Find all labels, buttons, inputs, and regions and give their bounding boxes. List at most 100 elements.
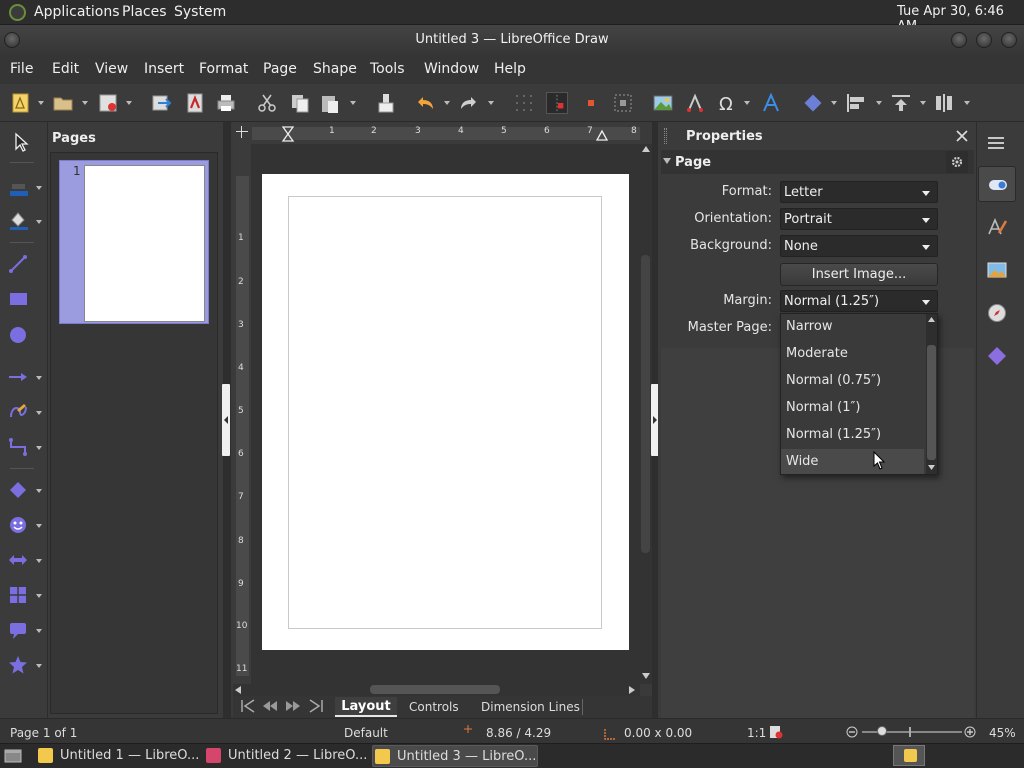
export-pdf-icon[interactable] — [184, 92, 206, 114]
close-sidebar-icon[interactable] — [956, 130, 968, 142]
tab-dimension-lines[interactable]: Dimension Lines — [481, 700, 580, 714]
margin-option-moderate[interactable]: Moderate — [786, 346, 848, 361]
flowchart-dropdown-icon[interactable] — [36, 594, 42, 598]
zoom-in-icon[interactable] — [964, 726, 976, 738]
ruler-origin[interactable] — [236, 126, 248, 138]
horizontal-scrollbar-thumb[interactable] — [370, 685, 500, 694]
clone-formatting-icon[interactable] — [375, 92, 397, 114]
collapse-left-icon[interactable] — [222, 414, 230, 426]
sidebar-grip[interactable] — [664, 128, 667, 144]
tab-layout[interactable]: Layout — [335, 697, 397, 717]
menu-window[interactable]: Window — [424, 61, 479, 77]
callout-dropdown-icon[interactable] — [36, 629, 42, 633]
workspace-switcher[interactable] — [893, 745, 925, 766]
flowchart-icon[interactable] — [8, 585, 28, 605]
menu-help[interactable]: Help — [494, 61, 526, 77]
select-arrow-icon[interactable] — [12, 132, 32, 152]
redo-icon[interactable] — [458, 92, 480, 114]
helplines-icon[interactable] — [546, 92, 568, 114]
scale-status[interactable]: 1:1 — [747, 726, 766, 740]
deck-gallery-button[interactable] — [978, 252, 1016, 288]
taskbar-item-untitled-1[interactable]: Untitled 1 — LibreO... — [36, 745, 199, 767]
export-icon[interactable] — [150, 92, 172, 114]
zoom-slider-handle[interactable] — [877, 726, 887, 736]
fill-color-dropdown-icon[interactable] — [36, 220, 42, 224]
open-folder-icon[interactable] — [52, 92, 74, 114]
copy-icon[interactable] — [289, 92, 311, 114]
distribute-icon[interactable] — [933, 92, 955, 114]
taskbar-item-untitled-3[interactable]: Untitled 3 — LibreO... — [372, 745, 538, 767]
stars-icon[interactable] — [8, 655, 28, 675]
callout-icon[interactable] — [8, 620, 28, 640]
scroll-right-icon[interactable] — [629, 686, 635, 694]
margin-option-normal-075[interactable]: Normal (0.75″) — [786, 373, 881, 388]
symbol-shapes-icon[interactable] — [8, 515, 28, 535]
margin-option-wide[interactable]: Wide — [786, 454, 818, 469]
first-tab-icon[interactable] — [240, 699, 256, 713]
sidebar-menu-icon[interactable] — [987, 135, 1005, 151]
vertical-scrollbar-thumb[interactable] — [641, 255, 650, 553]
format-combo[interactable]: Letter — [780, 181, 938, 203]
document-modified-icon[interactable] — [769, 725, 783, 739]
basic-shapes-dropdown-icon[interactable] — [36, 489, 42, 493]
connector-dropdown-icon[interactable] — [36, 446, 42, 450]
minimize-icon[interactable] — [951, 32, 967, 48]
background-combo[interactable]: None — [780, 235, 938, 257]
align-dropdown-icon[interactable] — [876, 101, 882, 105]
rectangle-tool-icon[interactable] — [8, 289, 28, 309]
tab-controls[interactable]: Controls — [409, 700, 459, 714]
dropdown-scroll-down-icon[interactable] — [928, 465, 935, 470]
left-indent-marker-icon[interactable] — [281, 126, 295, 142]
right-indent-marker-icon[interactable] — [595, 129, 609, 141]
deck-navigator-button[interactable] — [978, 295, 1016, 331]
margin-option-normal-1[interactable]: Normal (1″) — [786, 400, 860, 415]
stars-dropdown-icon[interactable] — [36, 664, 42, 668]
line-color-icon[interactable] — [8, 178, 28, 198]
new-dropdown-icon[interactable] — [38, 101, 44, 105]
menu-format[interactable]: Format — [199, 61, 248, 77]
section-expand-icon[interactable] — [663, 158, 671, 164]
applications-menu[interactable]: Applications — [34, 4, 120, 20]
zoom-percent[interactable]: 45% — [989, 726, 1016, 740]
dropdown-scroll-up-icon[interactable] — [928, 317, 935, 322]
block-arrows-dropdown-icon[interactable] — [36, 559, 42, 563]
last-tab-icon[interactable] — [308, 699, 324, 713]
dropdown-scrollbar-thumb[interactable] — [927, 345, 936, 460]
open-dropdown-icon[interactable] — [82, 101, 88, 105]
basic-shapes-icon[interactable] — [8, 480, 28, 500]
margin-combo[interactable]: Normal (1.25″) — [780, 290, 938, 312]
close-window-icon[interactable] — [1001, 32, 1017, 48]
symbol-shapes-dropdown-icon[interactable] — [36, 524, 42, 528]
menu-view[interactable]: View — [95, 61, 128, 77]
print-icon[interactable] — [215, 92, 237, 114]
zoom-pan-icon[interactable] — [612, 92, 634, 114]
menu-page[interactable]: Page — [263, 61, 297, 77]
menu-tools[interactable]: Tools — [370, 61, 405, 77]
fill-color-icon[interactable] — [8, 210, 28, 230]
taskbar-item-untitled-2[interactable]: Untitled 2 — LibreO... — [204, 745, 367, 767]
zoom-out-icon[interactable] — [846, 726, 858, 738]
new-document-icon[interactable] — [10, 92, 32, 114]
special-character-dropdown-icon[interactable] — [744, 101, 750, 105]
scroll-left-icon[interactable] — [235, 686, 241, 694]
menu-file[interactable]: File — [10, 61, 33, 77]
fontwork-icon[interactable] — [684, 92, 706, 114]
system-menu[interactable]: System — [174, 4, 226, 20]
maximize-icon[interactable] — [976, 32, 992, 48]
line-tool-icon[interactable] — [8, 254, 28, 274]
undo-dropdown-icon[interactable] — [444, 101, 450, 105]
line-color-dropdown-icon[interactable] — [36, 186, 42, 190]
arrange-dropdown-icon[interactable] — [920, 101, 926, 105]
text-box-icon[interactable] — [760, 92, 782, 114]
menu-edit[interactable]: Edit — [52, 61, 79, 77]
block-arrows-icon[interactable] — [8, 550, 28, 570]
distro-logo-icon[interactable] — [9, 4, 26, 21]
previous-tab-icon[interactable] — [263, 701, 277, 711]
orientation-combo[interactable]: Portrait — [780, 208, 938, 230]
scroll-down-icon[interactable] — [642, 673, 650, 679]
scroll-up-icon[interactable] — [642, 146, 650, 152]
ellipse-tool-icon[interactable] — [8, 325, 28, 345]
page-thumbnail[interactable] — [84, 165, 205, 322]
align-objects-icon[interactable] — [845, 92, 867, 114]
redo-dropdown-icon[interactable] — [488, 101, 494, 105]
